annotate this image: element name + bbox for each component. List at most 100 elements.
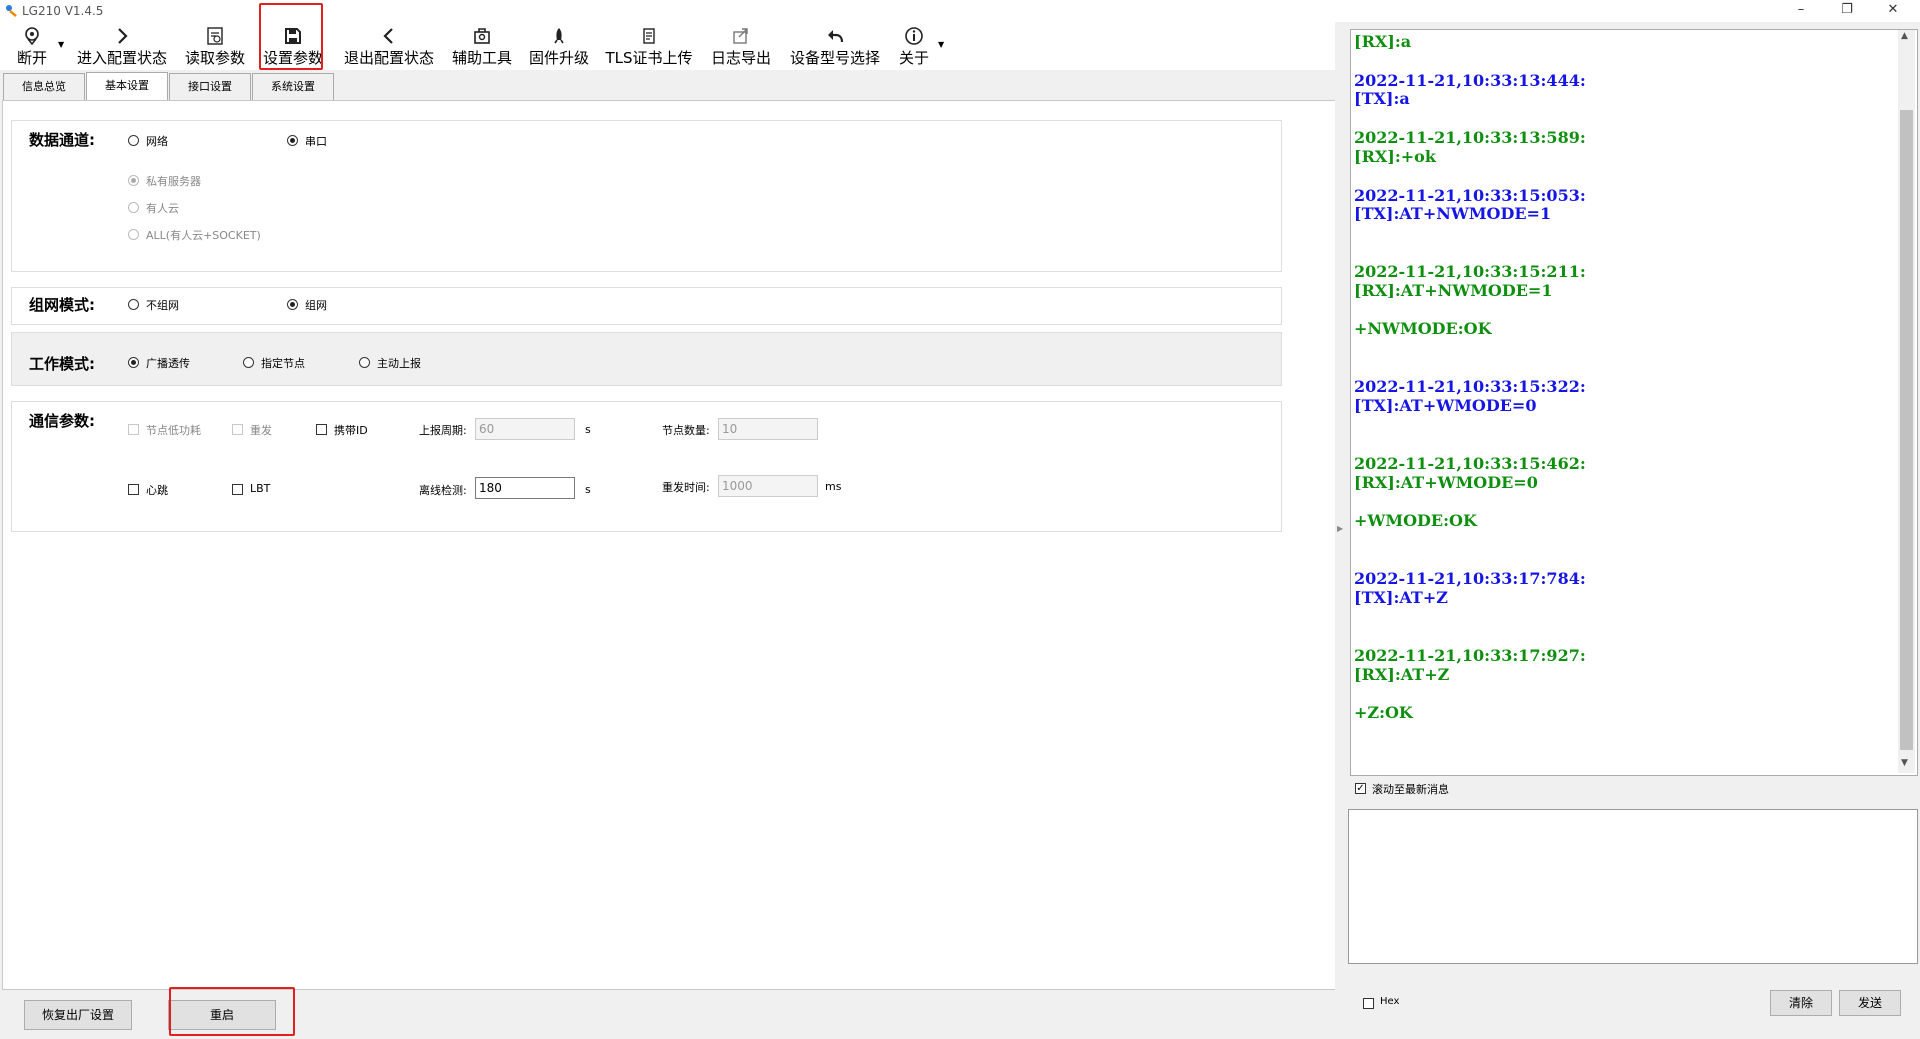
firmware-upgrade-button[interactable]: 固件升级 (524, 24, 594, 68)
scroll-up-icon[interactable]: ▲ (1901, 31, 1908, 41)
panel-splitter[interactable]: ▶ (1335, 22, 1347, 992)
dropdown-arrow-icon[interactable]: ▼ (58, 40, 64, 49)
log-line: 2022-11-21,10:33:13:589: (1354, 128, 1586, 147)
work-mode-label: 工作模式: (29, 355, 95, 373)
network-option-label: 网络 (146, 135, 168, 148)
restart-button[interactable]: 重启 (168, 1000, 276, 1030)
report-period-unit: s (585, 423, 591, 436)
chevron-right-icon (118, 28, 128, 44)
broadcast-radio[interactable] (128, 357, 139, 368)
close-button[interactable]: ✕ (1870, 0, 1916, 22)
log-line: [RX]:AT+NWMODE=1 (1354, 281, 1553, 300)
log-line: +NWMODE:OK (1354, 319, 1492, 338)
active-report-radio[interactable] (359, 357, 370, 368)
disconnect-button[interactable]: 断开 (10, 24, 54, 68)
log-line: [RX]:a (1354, 32, 1412, 51)
tab-basic-settings[interactable]: 基本设置 (86, 72, 168, 102)
lbt-checkbox[interactable] (232, 484, 243, 495)
all-cloud-socket-label: ALL(有人云+SOCKET) (146, 229, 261, 242)
autoscroll-label: 滚动至最新消息 (1372, 783, 1449, 796)
hex-checkbox[interactable] (1363, 998, 1374, 1009)
read-params-button[interactable]: 读取参数 (180, 24, 250, 68)
network-radio[interactable] (128, 135, 139, 146)
log-line: 2022-11-21,10:33:15:322: (1354, 377, 1586, 396)
report-period-label: 上报周期: (419, 424, 467, 437)
log-line: +WMODE:OK (1354, 511, 1477, 530)
log-output[interactable]: [RX]:a 2022-11-21,10:33:13:444: [TX]:a 2022… (1350, 29, 1918, 776)
serial-radio[interactable] (287, 135, 298, 146)
title-bar: LG210 V1.4.5 – ❐ ✕ (0, 0, 1920, 22)
toolbar: 断开 ▼ 进入配置状态 读取参数 设置参数 退出配置状态 辅助工具 固件升级 T… (0, 22, 1335, 70)
log-line: [RX]:AT+Z (1354, 665, 1450, 684)
device-model-button[interactable]: 设备型号选择 (785, 24, 885, 68)
scroll-thumb[interactable] (1900, 110, 1913, 750)
heartbeat-label: 心跳 (146, 484, 168, 497)
info-icon (905, 27, 923, 45)
chevron-left-icon (383, 28, 393, 44)
restore-button[interactable]: ❐ (1824, 0, 1870, 22)
tab-system-settings[interactable]: 系统设置 (252, 73, 334, 101)
log-line: [TX]:AT+NWMODE=1 (1354, 204, 1552, 223)
tools-button[interactable]: 辅助工具 (447, 24, 517, 68)
tab-overview[interactable]: 信息总览 (3, 73, 85, 101)
tls-upload-button[interactable]: TLS证书上传 (601, 24, 697, 68)
heartbeat-checkbox[interactable] (128, 484, 139, 495)
send-button[interactable]: 发送 (1839, 990, 1901, 1016)
set-params-button[interactable]: 设置参数 (259, 24, 327, 68)
about-button[interactable]: 关于 (896, 24, 932, 68)
report-period-input[interactable]: 60 (475, 418, 575, 440)
no-network-radio[interactable] (128, 299, 139, 310)
all-cloud-socket-radio[interactable] (128, 229, 139, 240)
specified-node-label: 指定节点 (261, 357, 305, 370)
resend-time-input[interactable]: 1000 (718, 475, 818, 497)
log-line: [TX]:a (1354, 89, 1410, 108)
log-scrollbar[interactable]: ▲ ▼ (1898, 30, 1915, 773)
tab-interface-settings[interactable]: 接口设置 (169, 73, 251, 101)
work-mode-group (11, 332, 1282, 386)
factory-reset-button[interactable]: 恢复出厂设置 (24, 1000, 132, 1030)
autoscroll-checkbox[interactable]: ✓ (1355, 783, 1366, 794)
broadcast-label: 广播透传 (146, 357, 190, 370)
network-mode-group (11, 287, 1282, 325)
read-document-icon (207, 27, 223, 45)
carry-id-checkbox[interactable] (316, 424, 327, 435)
log-export-button[interactable]: 日志导出 (706, 24, 776, 68)
carry-id-label: 携带ID (334, 424, 368, 437)
minimize-button[interactable]: – (1778, 0, 1824, 22)
private-server-radio[interactable] (128, 175, 139, 186)
send-input[interactable] (1348, 809, 1918, 964)
lbt-label: LBT (250, 482, 271, 495)
save-icon (285, 28, 301, 44)
export-icon (733, 28, 748, 44)
resend-time-unit: ms (825, 480, 842, 493)
clear-button[interactable]: 清除 (1770, 990, 1832, 1016)
dropdown-arrow-icon[interactable]: ▼ (938, 40, 944, 49)
specified-node-radio[interactable] (243, 357, 254, 368)
resend-checkbox[interactable] (232, 424, 243, 435)
enter-config-button[interactable]: 进入配置状态 (70, 24, 174, 68)
splitter-arrow-icon: ▶ (1337, 524, 1344, 533)
exit-config-button[interactable]: 退出配置状态 (337, 24, 441, 68)
scroll-down-icon[interactable]: ▼ (1901, 758, 1908, 768)
log-line: [TX]:AT+WMODE=0 (1354, 396, 1537, 415)
node-count-label: 节点数量: (662, 424, 710, 437)
log-line: 2022-11-21,10:33:17:927: (1354, 646, 1586, 665)
node-count-input[interactable]: 10 (718, 418, 818, 440)
network-mode-radio[interactable] (287, 299, 298, 310)
resend-time-label: 重发时间: (662, 481, 710, 494)
log-line: 2022-11-21,10:33:13:444: (1354, 71, 1586, 90)
comm-params-group (11, 401, 1282, 532)
comm-params-label: 通信参数: (29, 412, 95, 430)
offline-detect-input[interactable]: 180 (475, 477, 575, 499)
log-line: [TX]:AT+Z (1354, 588, 1448, 607)
data-channel-group (11, 120, 1282, 272)
certificate-icon (643, 28, 655, 44)
undo-arrow-icon (828, 30, 844, 43)
usr-cloud-label: 有人云 (146, 202, 179, 215)
usr-cloud-radio[interactable] (128, 202, 139, 213)
log-line: 2022-11-21,10:33:15:053: (1354, 186, 1586, 205)
low-power-checkbox[interactable] (128, 424, 139, 435)
no-network-label: 不组网 (146, 299, 179, 312)
offline-detect-unit: s (585, 483, 591, 496)
log-line: +Z:OK (1354, 703, 1413, 722)
